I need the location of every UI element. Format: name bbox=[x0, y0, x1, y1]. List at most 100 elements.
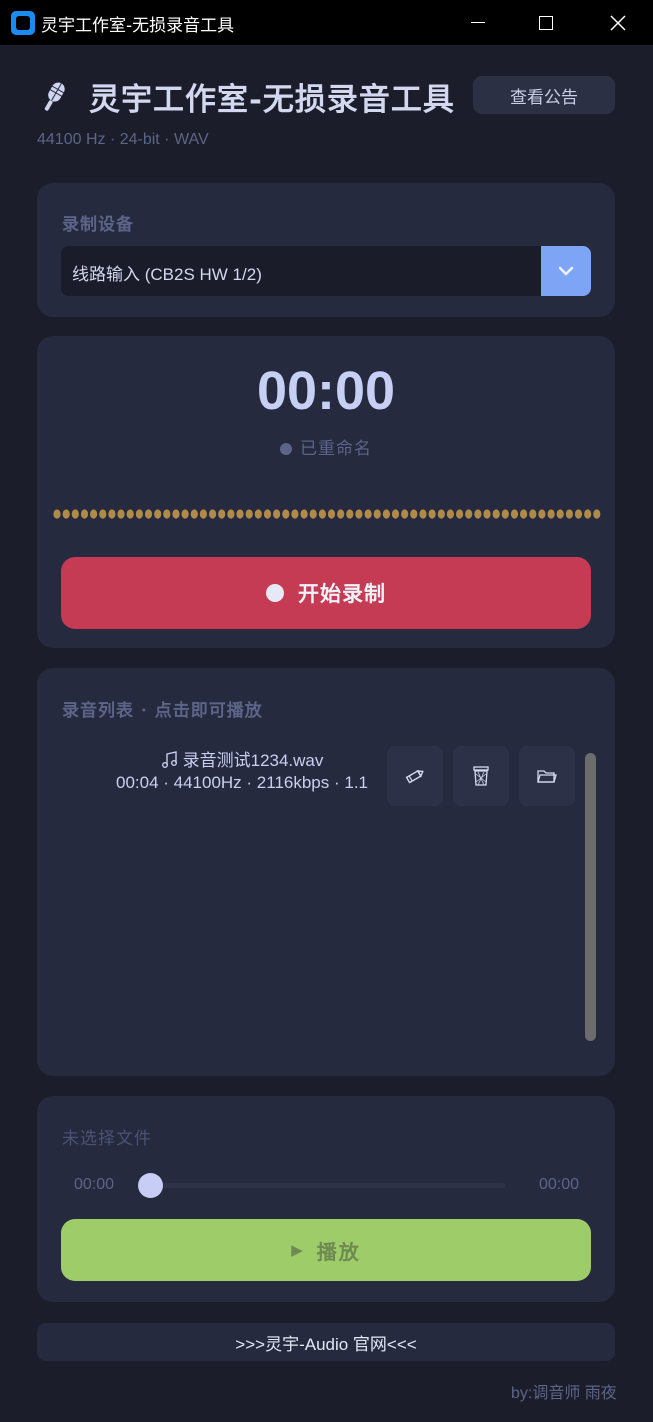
total-time: 00:00 bbox=[539, 1176, 580, 1193]
close-button[interactable] bbox=[588, 0, 648, 45]
open-folder-button[interactable] bbox=[519, 746, 575, 806]
level-meter-dot bbox=[565, 509, 574, 519]
level-meter-dot bbox=[227, 509, 235, 519]
play-button[interactable]: ▶ 播放 bbox=[61, 1219, 591, 1281]
level-meter-dot bbox=[456, 509, 464, 519]
level-meter-dot bbox=[538, 509, 546, 519]
level-meter-dot bbox=[346, 509, 354, 519]
level-meter-dot bbox=[529, 509, 537, 519]
level-meter-dot bbox=[355, 509, 363, 519]
start-record-label: 开始录制 bbox=[298, 581, 386, 606]
level-meter-dot bbox=[300, 509, 308, 519]
level-meter-dot bbox=[410, 509, 418, 519]
device-select-arrow[interactable] bbox=[541, 246, 591, 296]
format-info: 44100 Hz · 24-bit · WAV bbox=[37, 131, 209, 148]
level-meter-dot bbox=[547, 509, 555, 519]
level-meter-dot bbox=[163, 509, 171, 519]
level-meter-dot bbox=[584, 509, 592, 519]
level-meter-dot bbox=[419, 509, 427, 519]
window-titlebar[interactable]: 灵宇工作室-无损录音工具 bbox=[0, 0, 653, 45]
recordings-label: 录音列表 · 点击即可播放 bbox=[62, 701, 263, 721]
status-dot-icon bbox=[280, 443, 292, 455]
level-meter-dot bbox=[391, 509, 400, 519]
author-credit: by:调音师 雨夜 bbox=[511, 1385, 617, 1402]
level-meter-dot bbox=[437, 509, 445, 519]
level-meter-dot bbox=[465, 509, 473, 519]
music-note-icon bbox=[161, 751, 177, 768]
recording-name: 录音测试1234.wav bbox=[182, 751, 324, 770]
device-label: 录制设备 bbox=[62, 215, 134, 235]
maximize-icon bbox=[539, 15, 553, 30]
level-meter-dot bbox=[428, 509, 436, 519]
pencil-icon bbox=[405, 769, 424, 784]
level-meter-dot bbox=[327, 509, 336, 519]
recorder-card: 00:00 已重命名 开始录制 bbox=[37, 336, 615, 648]
current-time: 00:00 bbox=[74, 1176, 115, 1193]
device-select[interactable]: 线路输入 (CB2S HW 1/2) bbox=[61, 246, 591, 296]
seek-slider[interactable] bbox=[150, 1183, 505, 1188]
level-meter-dot bbox=[401, 509, 409, 519]
level-meter-dot bbox=[80, 509, 89, 519]
start-record-button[interactable]: 开始录制 bbox=[61, 557, 591, 629]
play-label: 播放 bbox=[316, 1239, 361, 1264]
level-meter-dot bbox=[373, 509, 381, 519]
app-icon bbox=[11, 11, 35, 35]
level-meter-dot bbox=[154, 509, 162, 519]
level-meter-dot bbox=[181, 509, 189, 519]
trash-icon bbox=[473, 766, 489, 786]
record-status: 已重命名 bbox=[37, 434, 615, 459]
device-card: 录制设备 线路输入 (CB2S HW 1/2) bbox=[37, 183, 615, 317]
level-meter-dot bbox=[245, 509, 253, 519]
list-scrollbar[interactable] bbox=[585, 753, 596, 1041]
website-button[interactable]: >>>灵宇-Audio 官网<<< bbox=[37, 1323, 615, 1361]
folder-icon bbox=[537, 770, 557, 783]
minimize-button[interactable] bbox=[448, 0, 508, 45]
level-meter-dot bbox=[218, 509, 226, 519]
level-meter-dot bbox=[364, 509, 372, 519]
level-meter-dot bbox=[337, 509, 345, 519]
play-icon: ▶ bbox=[291, 1241, 305, 1259]
close-icon bbox=[610, 14, 626, 31]
rename-button[interactable] bbox=[387, 746, 443, 806]
microphone-icon bbox=[44, 82, 65, 111]
level-meter-dot bbox=[282, 509, 290, 519]
window-title: 灵宇工作室-无损录音工具 bbox=[41, 16, 235, 36]
level-meter-dot bbox=[199, 509, 207, 519]
recording-item[interactable]: 录音测试1234.wav 00:04 · 44100Hz · 2116kbps … bbox=[97, 746, 387, 793]
record-timer: 00:00 bbox=[256, 361, 396, 421]
player-file-label: 未选择文件 bbox=[62, 1129, 152, 1149]
level-meter-dot bbox=[593, 509, 601, 519]
device-select-value: 线路输入 (CB2S HW 1/2) bbox=[72, 265, 262, 284]
level-meter-dot bbox=[309, 509, 317, 519]
recording-meta: 00:04 · 44100Hz · 2116kbps · 1.1 bbox=[115, 773, 368, 792]
level-meter-dot bbox=[492, 509, 500, 519]
status-text: 已重命名 bbox=[300, 439, 372, 459]
level-meter-dot bbox=[209, 509, 217, 519]
level-meter-dot bbox=[556, 509, 564, 519]
recordings-card: 录音列表 · 点击即可播放 录音测试1234.wav 00:04 · 44100… bbox=[37, 668, 615, 1076]
level-meter-dot bbox=[318, 509, 326, 519]
level-meter-dot bbox=[382, 509, 390, 519]
level-meter-dot bbox=[99, 509, 107, 519]
player-card: 未选择文件 00:00 00:00 ▶ 播放 bbox=[37, 1096, 615, 1302]
level-meter-dot bbox=[144, 509, 153, 519]
record-dot-icon bbox=[266, 584, 284, 602]
chevron-down-icon bbox=[558, 266, 574, 276]
level-meter-dot bbox=[108, 509, 116, 519]
level-meter-dot bbox=[190, 509, 198, 519]
level-meter-dot bbox=[53, 509, 61, 519]
level-meter-dot bbox=[510, 509, 519, 519]
level-meter-dot bbox=[71, 509, 79, 519]
level-meter-dot bbox=[483, 509, 491, 519]
level-meter-dot bbox=[263, 509, 272, 519]
level-meter-dot bbox=[446, 509, 454, 519]
level-meter-dot bbox=[574, 509, 583, 519]
delete-button[interactable] bbox=[453, 746, 509, 806]
maximize-button[interactable] bbox=[516, 0, 576, 45]
seek-slider-thumb[interactable] bbox=[138, 1173, 163, 1198]
recording-name-row: 录音测试1234.wav bbox=[97, 746, 387, 771]
level-meter-dot bbox=[291, 509, 299, 519]
level-meter-dot bbox=[117, 509, 125, 519]
view-notice-button[interactable]: 查看公告 bbox=[473, 76, 615, 114]
level-meter-dot bbox=[236, 509, 244, 519]
